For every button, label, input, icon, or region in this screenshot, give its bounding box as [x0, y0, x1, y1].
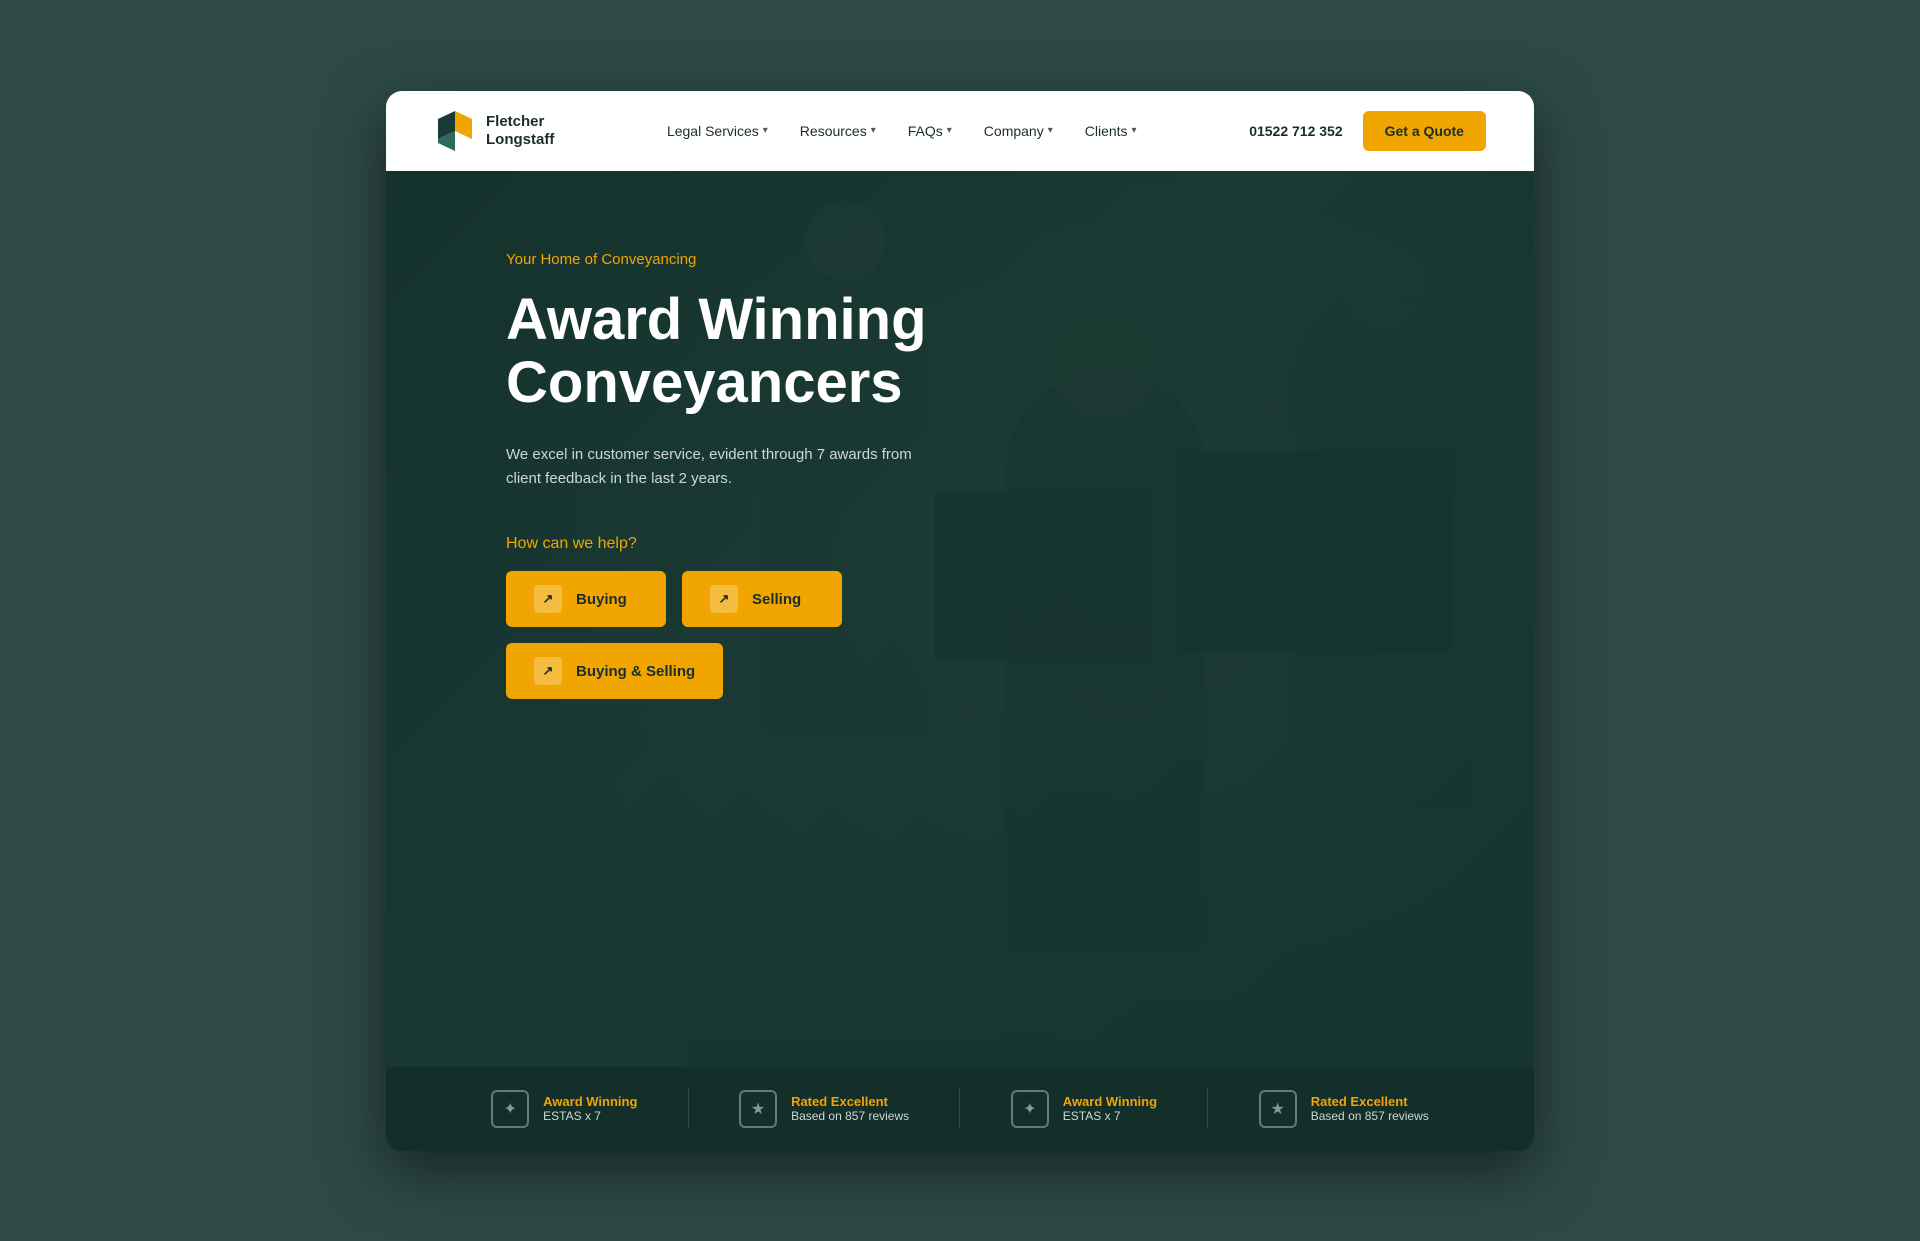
- rating-icon-1: ★: [739, 1090, 777, 1128]
- arrow-icon: ↗: [710, 585, 738, 613]
- logo-area[interactable]: Fletcher Longstaff: [434, 107, 554, 155]
- stat-sub-2: Based on 857 reviews: [791, 1109, 909, 1123]
- stat-sub-1: ESTAS x 7: [543, 1109, 637, 1123]
- stat-sub-3: ESTAS x 7: [1063, 1109, 1157, 1123]
- stat-title-2: Rated Excellent: [791, 1094, 909, 1109]
- stat-item-2: ★ Rated Excellent Based on 857 reviews: [739, 1090, 909, 1128]
- nav-company[interactable]: Company ▾: [984, 123, 1053, 139]
- hero-title: Award Winning Conveyancers: [506, 288, 946, 416]
- stat-divider-3: [1207, 1089, 1208, 1129]
- how-help-label: How can we help?: [506, 535, 946, 553]
- arrow-icon: ↗: [534, 657, 562, 685]
- chevron-down-icon: ▾: [1048, 125, 1053, 136]
- hero-section: Your Home of Conveyancing Award Winning …: [386, 171, 1534, 1151]
- selling-button[interactable]: ↗ Selling: [682, 571, 842, 627]
- nav-faqs[interactable]: FAQs ▾: [908, 123, 952, 139]
- nav-resources[interactable]: Resources ▾: [800, 123, 876, 139]
- stats-bar: ✦ Award Winning ESTAS x 7 ★ Rated Excell…: [386, 1067, 1534, 1151]
- stat-item-3: ✦ Award Winning ESTAS x 7: [1011, 1090, 1157, 1128]
- stat-item-1: ✦ Award Winning ESTAS x 7: [491, 1090, 637, 1128]
- arrow-icon: ↗: [534, 585, 562, 613]
- hero-description: We excel in customer service, evident th…: [506, 443, 926, 491]
- rating-icon-2: ★: [1259, 1090, 1297, 1128]
- stat-text-4: Rated Excellent Based on 857 reviews: [1311, 1094, 1429, 1123]
- buying-button[interactable]: ↗ Buying: [506, 571, 666, 627]
- award-icon-1: ✦: [491, 1090, 529, 1128]
- stat-sub-4: Based on 857 reviews: [1311, 1109, 1429, 1123]
- hero-cta-buttons: ↗ Buying ↗ Selling ↗ Buying & Selling: [506, 571, 946, 699]
- stat-text-1: Award Winning ESTAS x 7: [543, 1094, 637, 1123]
- nav-legal-services[interactable]: Legal Services ▾: [667, 123, 768, 139]
- award-icon-2: ✦: [1011, 1090, 1049, 1128]
- stat-title-4: Rated Excellent: [1311, 1094, 1429, 1109]
- stat-text-3: Award Winning ESTAS x 7: [1063, 1094, 1157, 1123]
- stat-divider-2: [959, 1089, 960, 1129]
- brand-name: Fletcher Longstaff: [486, 113, 554, 149]
- stat-divider-1: [688, 1089, 689, 1129]
- nav-clients[interactable]: Clients ▾: [1085, 123, 1137, 139]
- hero-content: Your Home of Conveyancing Award Winning …: [386, 171, 1066, 760]
- phone-number[interactable]: 01522 712 352: [1249, 123, 1342, 139]
- hero-tagline: Your Home of Conveyancing: [506, 251, 946, 268]
- stat-text-2: Rated Excellent Based on 857 reviews: [791, 1094, 909, 1123]
- stat-title-3: Award Winning: [1063, 1094, 1157, 1109]
- chevron-down-icon: ▾: [1132, 125, 1137, 136]
- chevron-down-icon: ▾: [763, 125, 768, 136]
- browser-window: Fletcher Longstaff Legal Services ▾ Reso…: [386, 91, 1534, 1151]
- stat-title-1: Award Winning: [543, 1094, 637, 1109]
- screen-background: Fletcher Longstaff Legal Services ▾ Reso…: [0, 0, 1920, 1241]
- chevron-down-icon: ▾: [947, 125, 952, 136]
- brand-logo-icon: [434, 107, 476, 155]
- nav-right: 01522 712 352 Get a Quote: [1249, 111, 1486, 151]
- get-quote-button[interactable]: Get a Quote: [1363, 111, 1486, 151]
- stat-item-4: ★ Rated Excellent Based on 857 reviews: [1259, 1090, 1429, 1128]
- chevron-down-icon: ▾: [871, 125, 876, 136]
- buying-selling-button[interactable]: ↗ Buying & Selling: [506, 643, 723, 699]
- navbar: Fletcher Longstaff Legal Services ▾ Reso…: [386, 91, 1534, 171]
- nav-links: Legal Services ▾ Resources ▾ FAQs ▾ Comp…: [667, 123, 1137, 139]
